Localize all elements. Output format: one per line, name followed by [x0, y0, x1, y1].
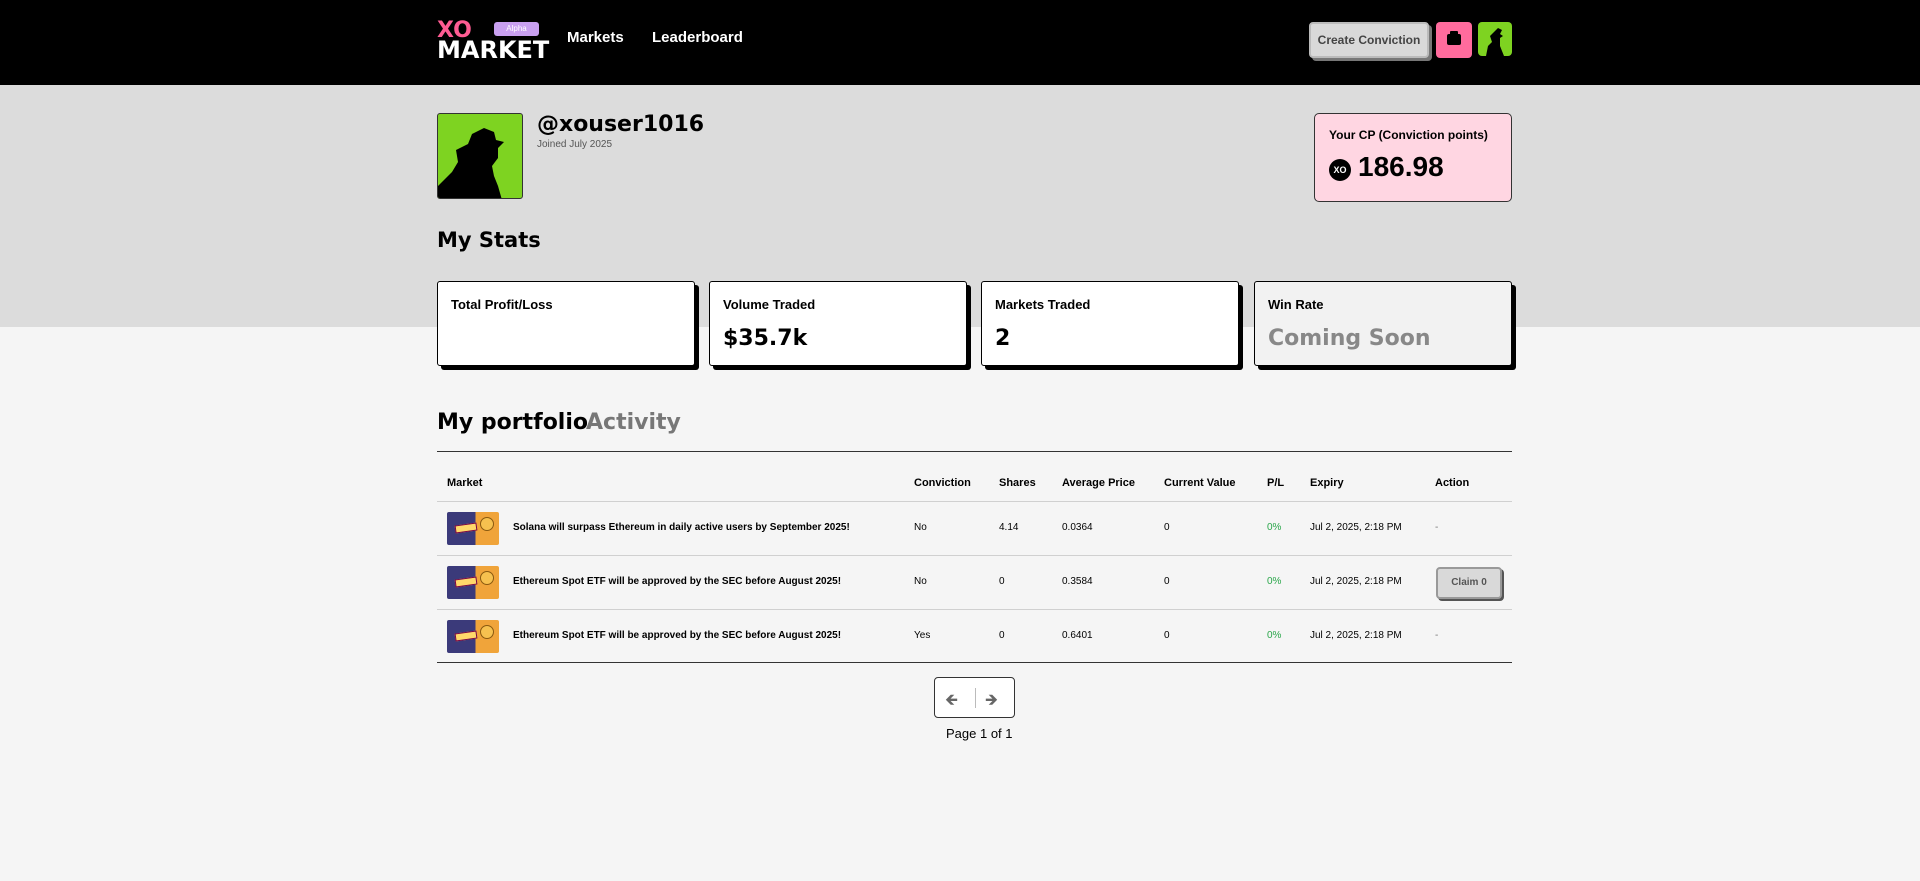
current-value-cell: 0 [1164, 630, 1170, 641]
shares-cell: 4.14 [999, 522, 1019, 533]
create-conviction-button[interactable]: Create Conviction [1309, 22, 1429, 58]
stat-label: Markets Traded [995, 297, 1091, 312]
wallet-icon [1447, 31, 1461, 45]
stat-card-volume-traded: Volume Traded $35.7k [709, 281, 967, 366]
account-avatar-button[interactable] [1478, 22, 1512, 56]
conviction-cell: No [914, 576, 927, 587]
table-row[interactable]: Solana will surpass Ethereum in daily ac… [437, 501, 1512, 555]
shares-cell: 0 [999, 576, 1005, 587]
stat-label: Volume Traded [723, 297, 816, 312]
market-thumbnail [447, 512, 499, 545]
avatar-icon [1486, 28, 1504, 56]
conviction-cell: No [914, 522, 927, 533]
conviction-cell: Yes [914, 630, 931, 641]
expiry-cell: Jul 2, 2025, 2:18 PM [1310, 576, 1402, 587]
tab-divider [437, 451, 1512, 452]
expiry-cell: Jul 2, 2025, 2:18 PM [1310, 522, 1402, 533]
stat-card-win-rate: Win Rate Coming Soon [1254, 281, 1512, 366]
market-title[interactable]: Ethereum Spot ETF will be approved by th… [513, 630, 841, 641]
action-cell: - [1435, 630, 1439, 641]
col-header-current-value: Current Value [1164, 477, 1236, 489]
claim-button[interactable]: Claim 0 [1436, 567, 1502, 599]
joined-date: Joined July 2025 [537, 139, 613, 150]
tab-my-portfolio[interactable]: My portfolio [437, 410, 588, 435]
stat-label: Win Rate [1268, 297, 1324, 312]
market-thumbnail [447, 620, 499, 653]
table-row[interactable]: Ethereum Spot ETF will be approved by th… [437, 609, 1512, 663]
top-nav-bar [0, 0, 1920, 85]
logo-market-text: MARKET [437, 36, 550, 64]
cp-value: 186.98 [1358, 151, 1444, 182]
pagination-control: 🡸 🡺 [934, 677, 1015, 718]
stat-value: Coming Soon [1268, 326, 1431, 351]
col-header-pl: P/L [1267, 477, 1285, 489]
pl-cell: 0% [1267, 522, 1282, 533]
col-header-shares: Shares [999, 477, 1036, 489]
stat-card-markets-traded: Markets Traded 2 [981, 281, 1239, 366]
profile-avatar-icon [438, 128, 504, 198]
stat-label: Total Profit/Loss [451, 297, 553, 312]
avg-price-cell: 0.3584 [1062, 576, 1093, 587]
nav-leaderboard[interactable]: Leaderboard [652, 29, 743, 46]
prev-page-arrow-icon[interactable]: 🡸 [945, 689, 958, 716]
pl-cell: 0% [1267, 576, 1282, 587]
expiry-cell: Jul 2, 2025, 2:18 PM [1310, 630, 1402, 641]
tab-activity[interactable]: Activity [586, 410, 681, 435]
col-header-action: Action [1435, 477, 1470, 489]
market-title[interactable]: Ethereum Spot ETF will be approved by th… [513, 576, 841, 587]
my-stats-title: My Stats [437, 228, 541, 252]
page-info: Page 1 of 1 [946, 726, 1013, 741]
profile-avatar [437, 113, 523, 199]
col-header-conviction: Conviction [914, 477, 971, 489]
col-header-average-price: Average Price [1062, 477, 1135, 489]
avg-price-cell: 0.0364 [1062, 522, 1093, 533]
pagination-divider [975, 688, 976, 708]
wallet-button[interactable] [1436, 22, 1472, 58]
stat-value: $35.7k [723, 326, 808, 351]
action-cell: - [1435, 522, 1439, 533]
col-header-market: Market [447, 477, 483, 489]
table-row[interactable]: Ethereum Spot ETF will be approved by th… [437, 555, 1512, 609]
next-page-arrow-icon[interactable]: 🡺 [985, 689, 998, 716]
username: @xouser1016 [537, 112, 705, 137]
stat-card-profit-loss: Total Profit/Loss [437, 281, 695, 366]
xo-coin-icon: XO [1329, 159, 1351, 181]
current-value-cell: 0 [1164, 576, 1170, 587]
cp-label: Your CP (Conviction points) [1329, 128, 1488, 142]
market-thumbnail [447, 566, 499, 599]
current-value-cell: 0 [1164, 522, 1170, 533]
stat-value: 2 [995, 326, 1011, 351]
shares-cell: 0 [999, 630, 1005, 641]
nav-markets[interactable]: Markets [567, 29, 624, 46]
pl-cell: 0% [1267, 630, 1282, 641]
alpha-badge: Alpha [494, 22, 539, 36]
market-title[interactable]: Solana will surpass Ethereum in daily ac… [513, 522, 850, 533]
conviction-points-card: Your CP (Conviction points) XO 186.98 [1314, 113, 1512, 202]
col-header-expiry: Expiry [1310, 477, 1344, 489]
avg-price-cell: 0.6401 [1062, 630, 1093, 641]
